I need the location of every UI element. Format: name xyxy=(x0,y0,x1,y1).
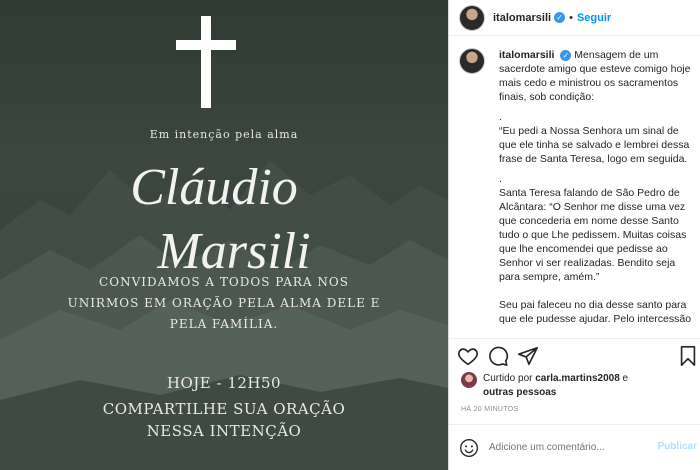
caption-line: Seu pai faleceu no dia desse santo para … xyxy=(499,299,692,325)
caption-line: . xyxy=(499,111,502,123)
caption-line: “Eu pedi a Nossa Senhora um sinal de que… xyxy=(499,125,690,165)
name-first: Cláudio xyxy=(130,159,298,216)
header-username[interactable]: italomarsili xyxy=(493,12,551,24)
caption-line: . xyxy=(499,173,502,185)
post-image[interactable]: Em intenção pela alma Cláudio Marsili Co… xyxy=(0,0,448,470)
likes-user[interactable]: carla.martins2008 xyxy=(535,373,620,384)
invite-text: Convidamos a todos para nos unirmos em o… xyxy=(0,272,448,335)
share-icon[interactable] xyxy=(517,345,539,367)
follow-button[interactable]: Seguir xyxy=(577,12,611,24)
caption-line: Santa Teresa falando de São Pedro de Alc… xyxy=(499,187,687,283)
likes-text: Curtido por carla.martins2008 e outras p… xyxy=(483,372,628,400)
invite-line: Convidamos a todos para nos xyxy=(99,275,349,289)
cross-icon xyxy=(176,16,236,108)
caption-avatar[interactable] xyxy=(459,48,485,74)
emoji-icon[interactable] xyxy=(459,438,479,458)
invite-line: unirmos em oração pela alma dele e xyxy=(67,296,381,310)
caption-username[interactable]: italomarsili xyxy=(499,49,554,61)
invite-line: pela família. xyxy=(169,317,279,331)
post-header: italomarsili ✓ • Seguir xyxy=(449,0,700,36)
share-text: COMPARTILHE SUA ORAÇÃO NESSA INTENÇÃO xyxy=(0,398,448,442)
intent-text: Em intenção pela alma xyxy=(149,128,299,141)
share-line: COMPARTILHE SUA ORAÇÃO xyxy=(102,400,346,418)
share-line: NESSA INTENÇÃO xyxy=(146,422,302,440)
bookmark-icon[interactable] xyxy=(677,345,699,367)
likes-suffix: e xyxy=(622,373,629,384)
avatar[interactable] xyxy=(461,372,477,388)
separator-dot: • xyxy=(569,11,573,24)
avatar[interactable] xyxy=(459,4,485,31)
likes-others[interactable]: outras pessoas xyxy=(483,387,556,398)
verified-badge-icon: ✓ xyxy=(554,12,566,23)
time-text: Hoje - 12h50 xyxy=(166,374,282,392)
comment-input[interactable] xyxy=(489,442,639,453)
action-bar xyxy=(449,338,700,370)
heart-icon[interactable] xyxy=(457,345,479,367)
likes-prefix: Curtido por xyxy=(483,373,533,384)
caption-area[interactable]: italomarsili ✓ Mensagem de um sacerdote … xyxy=(459,48,697,326)
caption-text: italomarsili ✓ Mensagem de um sacerdote … xyxy=(499,48,697,326)
verified-badge-icon: ✓ xyxy=(560,49,572,61)
post-timestamp[interactable]: HÁ 20 MINUTOS xyxy=(461,406,518,413)
comment-box: Publicar xyxy=(449,424,700,470)
comment-icon[interactable] xyxy=(487,345,509,367)
publish-button[interactable]: Publicar xyxy=(658,441,697,452)
post-sidebar: italomarsili ✓ • Seguir italomarsili ✓ M… xyxy=(448,0,700,470)
